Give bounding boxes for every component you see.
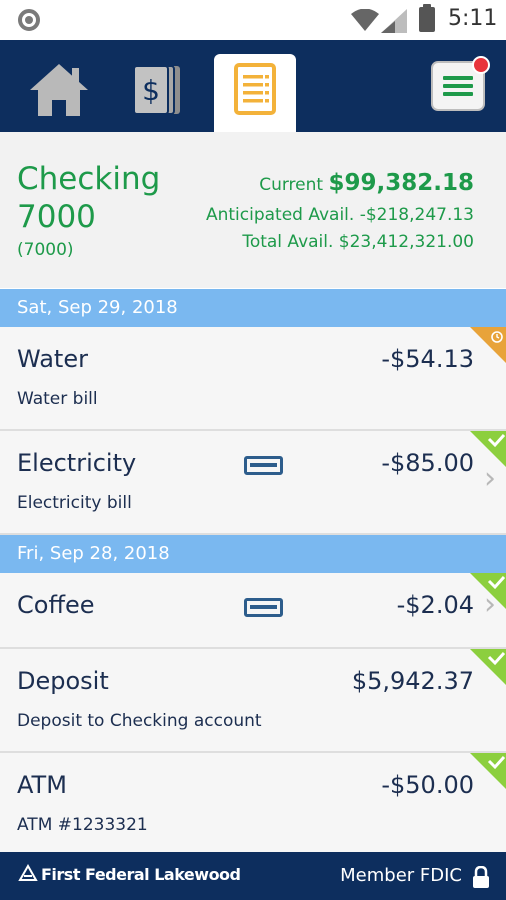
- transaction-description: ATM #1233321: [17, 815, 148, 835]
- transaction-amount: -$2.04: [396, 591, 474, 619]
- transaction-description: Electricity bill: [17, 493, 132, 513]
- transaction-row[interactable]: Coffee -$2.04 ›: [0, 573, 506, 649]
- tab-accounts[interactable]: $: [116, 54, 198, 132]
- current-balance: Current $99,382.18: [259, 170, 474, 196]
- signal-icon: [381, 9, 407, 33]
- transaction-name: Deposit: [17, 667, 109, 695]
- notification-badge: [472, 56, 490, 74]
- logo-mark-icon: [18, 864, 38, 881]
- pending-clock-icon: [470, 327, 506, 363]
- cleared-check-icon: [470, 649, 506, 685]
- ledger-icon: [234, 63, 276, 115]
- transaction-row[interactable]: Deposit Deposit to Checking account $5,9…: [0, 649, 506, 753]
- transaction-amount: -$54.13: [381, 345, 474, 373]
- account-number: (7000): [17, 240, 74, 260]
- status-bar: 5:11: [0, 0, 506, 40]
- account-name: Checking 7000: [17, 161, 161, 235]
- date-header: Sat, Sep 29, 2018: [0, 289, 506, 327]
- lock-icon[interactable]: [472, 866, 490, 888]
- bank-logo: First Federal Lakewood: [18, 864, 241, 884]
- home-icon: [30, 64, 88, 116]
- current-label: Current: [259, 175, 324, 195]
- transaction-row[interactable]: Water Water bill -$54.13: [0, 327, 506, 431]
- menu-button[interactable]: [430, 56, 490, 112]
- current-value: $99,382.18: [328, 170, 474, 196]
- footer: First Federal Lakewood Member FDIC: [0, 852, 506, 900]
- transaction-row[interactable]: ATM ATM #1233321 -$50.00: [0, 753, 506, 852]
- status-time: 5:11: [448, 6, 498, 31]
- bank-name: First Federal Lakewood: [41, 864, 241, 884]
- cleared-check-icon: [470, 573, 506, 609]
- card-icon: [244, 456, 283, 475]
- transaction-amount: $5,942.37: [351, 667, 474, 695]
- transaction-amount: -$50.00: [381, 771, 474, 799]
- wifi-icon: [351, 9, 379, 31]
- transaction-description: Deposit to Checking account: [17, 711, 262, 731]
- battery-icon: [419, 4, 435, 32]
- transaction-name: Electricity: [17, 449, 137, 477]
- transaction-description: Water bill: [17, 389, 98, 409]
- transaction-amount: -$85.00: [381, 449, 474, 477]
- anticipated-balance: Anticipated Avail. -$218,247.13: [205, 205, 474, 225]
- notification-dot-icon: [18, 9, 40, 31]
- tab-activity[interactable]: [214, 54, 296, 132]
- date-header: Fri, Sep 28, 2018: [0, 535, 506, 573]
- member-fdic: Member FDIC: [340, 865, 462, 886]
- transaction-name: Coffee: [17, 591, 95, 619]
- card-icon: [244, 598, 283, 617]
- dollar-cards-icon: $: [133, 65, 180, 115]
- top-nav: $: [0, 40, 506, 132]
- cleared-check-icon: [470, 753, 506, 789]
- total-balance: Total Avail. $23,412,321.00: [242, 232, 474, 252]
- transaction-name: Water: [17, 345, 88, 373]
- account-summary: Checking 7000 (7000) Current $99,382.18 …: [0, 132, 506, 288]
- svg-text:$: $: [142, 74, 160, 107]
- cleared-check-icon: [470, 431, 506, 467]
- transaction-name: ATM: [17, 771, 67, 799]
- tab-home[interactable]: [18, 54, 100, 132]
- transaction-row[interactable]: Electricity Electricity bill -$85.00 ›: [0, 431, 506, 535]
